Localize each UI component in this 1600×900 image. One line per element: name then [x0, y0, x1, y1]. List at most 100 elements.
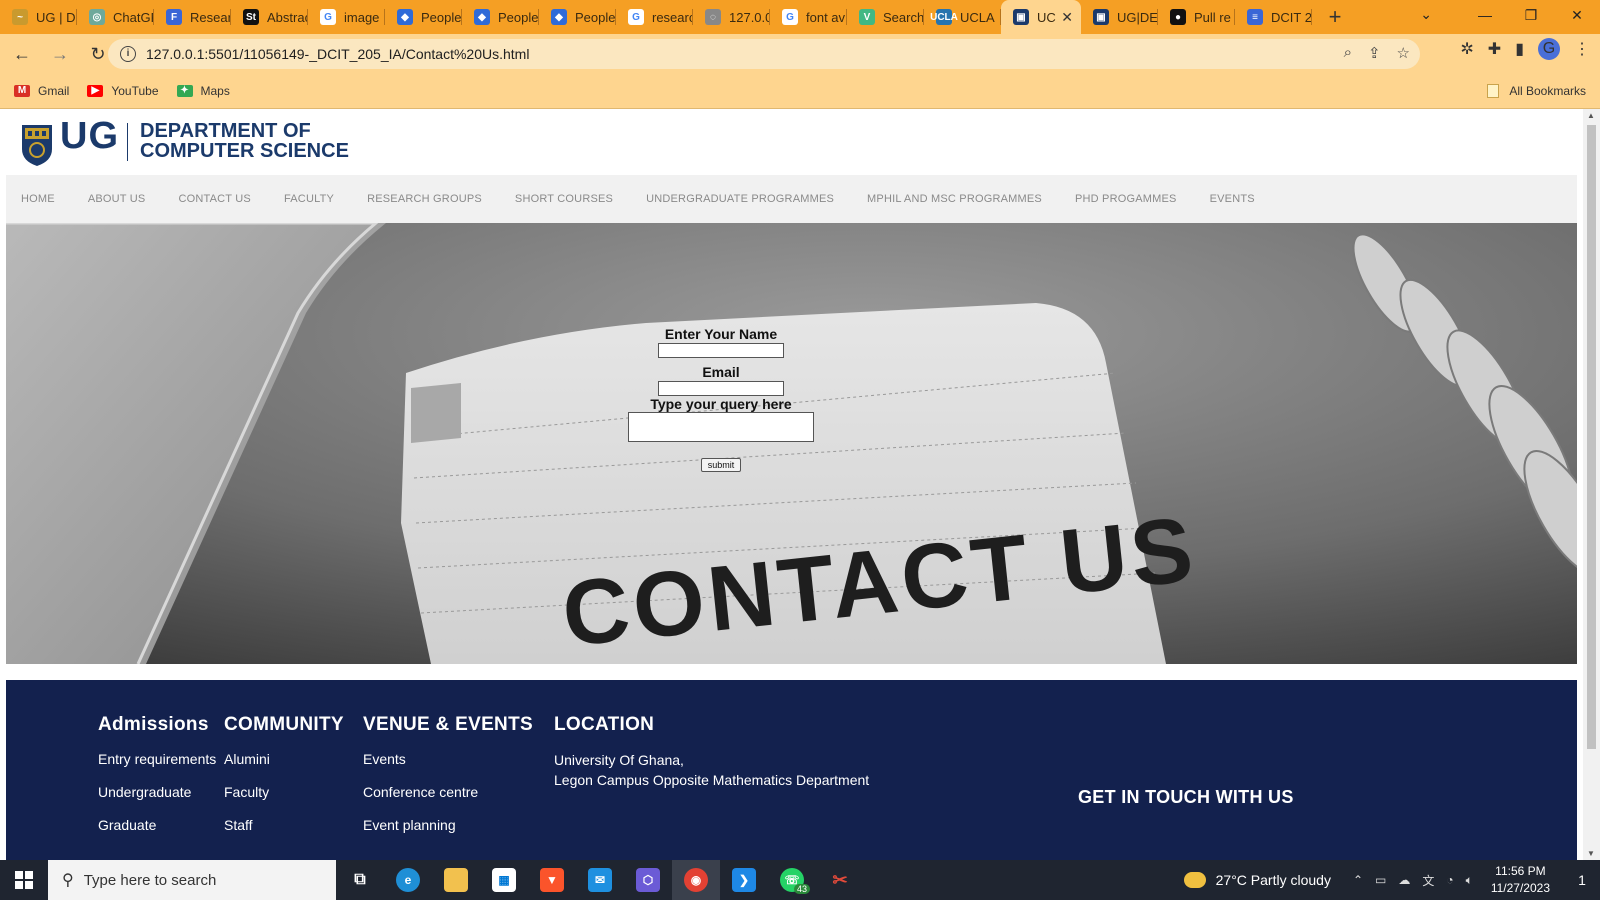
bookmark-item[interactable]: M Gmail — [14, 84, 69, 98]
tab-favicon-icon: G — [320, 9, 336, 25]
nav-link[interactable]: UNDERGRADUATE PROGRAMMES — [646, 193, 834, 205]
new-tab-icon[interactable]: + — [1318, 0, 1352, 34]
minimize-icon[interactable]: — — [1462, 0, 1508, 30]
browser-tab[interactable]: St Abstrac — [231, 0, 308, 34]
nav-link[interactable]: HOME — [21, 193, 55, 205]
whatsapp-icon[interactable]: ☏ 43 — [768, 860, 816, 900]
profile-avatar[interactable]: G — [1538, 38, 1560, 60]
tab-search-chevron-icon[interactable]: ⌄ — [1420, 6, 1432, 23]
nav-link[interactable]: EVENTS — [1210, 193, 1255, 205]
ug-logo-text[interactable]: UG — [60, 115, 119, 158]
mail-icon[interactable]: ✉ — [576, 860, 624, 900]
volume-icon[interactable]: 🔈︎ — [1466, 873, 1473, 888]
tab-favicon-icon: St — [243, 9, 259, 25]
department-line-1: DEPARTMENT OF — [140, 120, 311, 142]
taskbar-search-placeholder[interactable]: Type here to search — [84, 872, 217, 889]
browser-tab[interactable]: ◆ People — [539, 0, 616, 34]
all-bookmarks[interactable]: All Bookmarks — [1487, 84, 1586, 98]
restore-icon[interactable]: ❐ — [1508, 0, 1554, 30]
share-icon[interactable]: ⇪ — [1368, 44, 1381, 62]
nav-link[interactable]: SHORT COURSES — [515, 193, 613, 205]
footer-link[interactable]: Undergraduate — [98, 783, 216, 802]
name-input[interactable] — [658, 343, 784, 358]
browser-tab[interactable]: Gresearc — [616, 0, 693, 34]
browser-tab[interactable]: ▣ UG|DE — [1081, 0, 1158, 34]
bookmark-star-icon[interactable]: ☆ — [1397, 44, 1410, 62]
footer-link[interactable]: Event planning — [363, 816, 533, 835]
chrome-icon[interactable]: ◉ — [672, 860, 720, 900]
bookmark-item[interactable]: ▶ YouTube — [87, 84, 159, 98]
extension-bug-icon[interactable]: ✲ — [1460, 39, 1473, 59]
close-tab-icon[interactable]: ✕ — [1061, 9, 1073, 26]
footer-link[interactable]: Entry requirements — [98, 750, 216, 769]
footer-link[interactable]: Faculty — [224, 783, 344, 802]
browser-tab[interactable]: ▣ UC ✕ — [1001, 0, 1081, 34]
scroll-down-icon[interactable]: ▼ — [1587, 849, 1595, 858]
submit-button[interactable]: submit — [701, 458, 741, 472]
brave-icon[interactable]: ▼ — [528, 860, 576, 900]
zoom-icon[interactable]: ⌕ — [1344, 44, 1352, 62]
show-hidden-icons-icon[interactable]: ⌃ — [1353, 873, 1363, 887]
nav-link[interactable]: ABOUT US — [88, 193, 146, 205]
browser-tab[interactable]: Gimage — [308, 0, 385, 34]
system-clock[interactable]: 11:56 PM 11/27/2023 — [1491, 863, 1550, 897]
file-explorer-icon[interactable] — [432, 860, 480, 900]
wifi-icon[interactable]: ◔ — [1446, 873, 1453, 887]
menu-kebab-icon[interactable]: ⋮ — [1574, 39, 1590, 59]
scroll-up-icon[interactable]: ▲ — [1587, 111, 1595, 120]
browser-tab[interactable]: ● Pull re — [1158, 0, 1235, 34]
windows-start-icon[interactable] — [0, 860, 48, 900]
bookmark-item[interactable]: ✦ Maps — [176, 84, 230, 98]
browser-tab[interactable]: Gfont av — [770, 0, 847, 34]
snipping-tool-icon[interactable]: ✂ — [816, 860, 864, 900]
weather-widget[interactable]: 27°C Partly cloudy — [1183, 872, 1331, 888]
edge-icon[interactable]: e — [384, 860, 432, 900]
footer-admissions-title: Admissions — [98, 714, 209, 735]
side-panel-icon[interactable]: ▮ — [1515, 39, 1524, 59]
footer-link[interactable]: Staff — [224, 816, 344, 835]
tab-label: UCLA — [960, 9, 995, 25]
nav-link[interactable]: PHD PROGAMMES — [1075, 193, 1177, 205]
forward-icon[interactable]: → — [44, 38, 76, 70]
microsoft-store-icon[interactable]: ▦ — [480, 860, 528, 900]
notification-center-icon[interactable]: 1 — [1564, 860, 1600, 900]
footer-link[interactable]: Events — [363, 750, 533, 769]
footer-location: LOCATION University Of Ghana, Legon Camp… — [554, 714, 869, 790]
browser-tab[interactable]: F Researc — [154, 0, 231, 34]
scrollbar-thumb[interactable] — [1587, 125, 1596, 749]
photos-icon[interactable]: ⬡ — [624, 860, 672, 900]
browser-tab[interactable]: UCLA UCLA — [924, 0, 1001, 34]
close-window-icon[interactable]: ✕ — [1554, 0, 1600, 30]
nav-link[interactable]: CONTACT US — [178, 193, 251, 205]
page-scrollbar[interactable]: ▲ ▼ — [1583, 109, 1600, 860]
browser-tab[interactable]: V Search — [847, 0, 924, 34]
vscode-icon[interactable]: ❯ — [720, 860, 768, 900]
taskbar-search[interactable]: ⚲ Type here to search — [48, 860, 336, 900]
footer-link[interactable]: Alumini — [224, 750, 344, 769]
task-view-icon[interactable]: ⧉ — [336, 860, 384, 900]
address-bar[interactable]: i 127.0.0.1:5501/11056149-_DCIT_205_IA/C… — [108, 39, 1420, 69]
browser-tab[interactable]: ≡ DCIT 2 — [1235, 0, 1312, 34]
nav-link[interactable]: MPHIL AND MSC PROGRAMMES — [867, 193, 1042, 205]
browser-tab[interactable]: ◆ People — [385, 0, 462, 34]
tab-strip: ~UG | D◎ChatGPFResearcStAbstracGimage◆Pe… — [0, 0, 1600, 34]
browser-tab[interactable]: ◌ 127.0.0 — [693, 0, 770, 34]
footer-link[interactable]: Conference centre — [363, 783, 533, 802]
language-icon[interactable]: 文 — [1422, 872, 1434, 889]
url-text[interactable]: 127.0.0.1:5501/11056149-_DCIT_205_IA/Con… — [146, 46, 529, 62]
nav-link[interactable]: FACULTY — [284, 193, 334, 205]
browser-tab[interactable]: ~ UG | D — [0, 0, 77, 34]
browser-tab[interactable]: ◆ People — [462, 0, 539, 34]
onedrive-icon[interactable]: ☁ — [1398, 873, 1410, 887]
site-info-icon[interactable]: i — [120, 46, 136, 62]
logo-divider — [127, 123, 128, 161]
query-textarea[interactable] — [628, 412, 814, 442]
bookmark-favicon-icon: ▶ — [87, 85, 104, 97]
browser-tab[interactable]: ◎ ChatGP — [77, 0, 154, 34]
nav-link[interactable]: RESEARCH GROUPS — [367, 193, 482, 205]
extensions-puzzle-icon[interactable]: ✚ — [1488, 39, 1501, 59]
email-input[interactable] — [658, 381, 784, 396]
back-icon[interactable]: ← — [6, 38, 38, 70]
footer-link[interactable]: Graduate — [98, 816, 216, 835]
device-icon[interactable]: ▭ — [1375, 873, 1386, 887]
